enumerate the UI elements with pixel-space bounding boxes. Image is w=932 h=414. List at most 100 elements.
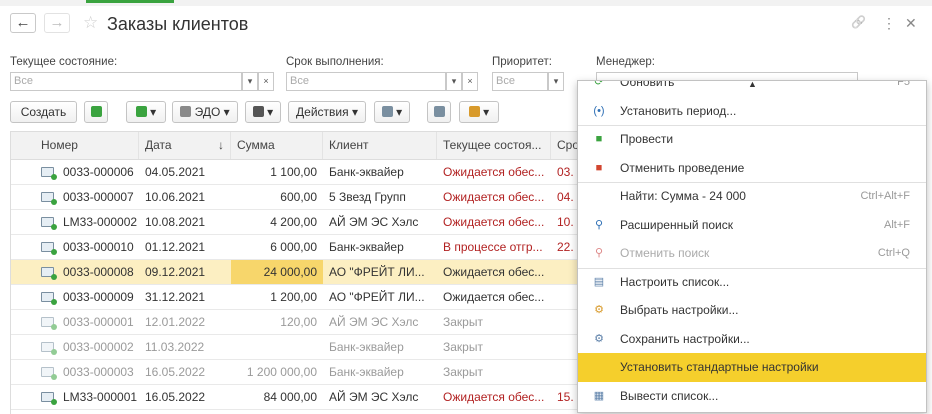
deadline-dropdown-button[interactable]: ▾ — [446, 72, 462, 91]
clear-icon: × — [467, 76, 473, 86]
chevron-down-icon: ▾ — [247, 76, 253, 86]
menu-item-shortcut: Ctrl+Alt+F — [860, 190, 910, 202]
table-row[interactable]: 0033-000003 16.05.2022 1 200 000,00 Банк-эк… — [11, 360, 577, 385]
menu-item-label: Установить период... — [620, 103, 737, 118]
state-filter-input[interactable]: Все — [10, 72, 242, 91]
menu-item-label: Вывести список... — [620, 388, 719, 403]
menu-item[interactable]: ⚙ Выбрать настройки... — [578, 296, 926, 324]
table-row[interactable]: 0033-000001 12.01.2022 120,00 АЙ ЭМ ЭС Хэлс… — [11, 310, 577, 335]
cell-term — [551, 360, 577, 384]
forward-button[interactable]: → — [44, 13, 70, 33]
table-row[interactable]: 0033-000006 04.05.2021 1 100,00 Банк-эквайе… — [11, 160, 577, 185]
column-header-date[interactable]: Дата ↓ — [139, 132, 231, 159]
list-button[interactable] — [427, 101, 451, 123]
printer-icon — [252, 106, 264, 117]
cell-term — [551, 335, 577, 359]
output-list-icon: ▦ — [593, 389, 605, 402]
cell-number: 0033-000008 — [63, 265, 134, 279]
menu-item[interactable]: ■ Провести — [578, 125, 926, 153]
table-row[interactable]: 0033-000009 31.12.2021 1 200,00 АО "ФРЕЙТ Л… — [11, 285, 577, 310]
column-header-sum[interactable]: Сумма — [231, 132, 323, 159]
cell-term — [551, 285, 577, 309]
menu-item[interactable]: ⚙ Сохранить настройки... — [578, 325, 926, 353]
menu-item-label: Сохранить настройки... — [620, 331, 750, 346]
column-header-number[interactable]: Номер — [11, 132, 139, 159]
deadline-clear-button[interactable]: × — [462, 72, 478, 91]
cell-date: 04.05.2021 — [145, 165, 206, 179]
chevron-down-icon: ▾ — [150, 105, 157, 119]
table-row[interactable]: 0033-000002 11.03.2022 Банк-эквайер Закрыт — [11, 335, 577, 360]
forward-arrow-icon: → — [49, 14, 65, 31]
cell-sum: 84 000,00 — [263, 390, 317, 404]
cell-client: Банк-эквайер — [329, 365, 404, 379]
cell-client: АЙ ЭМ ЭС Хэлс — [329, 215, 419, 229]
orders-table: Номер Дата ↓ Сумма Клиент Текущее состоя.… — [10, 131, 577, 414]
menu-item[interactable]: ⚲ Расширенный поиск Alt+F — [578, 211, 926, 239]
attachments-button[interactable]: ▾ — [459, 101, 499, 123]
menu-item[interactable]: ⟳ Обновить F5 — [578, 81, 926, 96]
back-button[interactable]: ← — [10, 13, 36, 33]
table-row[interactable]: LM33-000001 16.05.2022 84 000,00 АЙ ЭМ ЭС Х… — [11, 385, 577, 410]
cell-number: 0033-000002 — [63, 340, 134, 354]
priority-filter-input[interactable]: Все — [492, 72, 548, 91]
column-header-state[interactable]: Текущее состоя... — [437, 132, 551, 159]
close-icon[interactable]: ✕ — [905, 15, 917, 32]
menu-item[interactable]: ▤ Настроить список... — [578, 268, 926, 296]
create-based-on-button[interactable]: ▾ — [126, 101, 166, 123]
cell-date: 10.06.2021 — [145, 190, 206, 204]
cell-client: АЙ ЭМ ЭС Хэлс — [329, 390, 419, 404]
link-icon[interactable]: 🔗 — [851, 15, 866, 29]
cell-date: 10.08.2021 — [145, 215, 206, 229]
cell-state: Ожидается обес... — [443, 290, 545, 304]
favorite-star-icon[interactable]: ☆ — [83, 13, 98, 33]
cell-client: АО "ФРЕЙТ ЛИ... — [329, 265, 425, 279]
cell-number: LM33-000002 — [63, 215, 138, 229]
report-button[interactable]: ▾ — [374, 101, 410, 123]
cell-date: 16.05.2022 — [145, 365, 206, 379]
edo-button[interactable]: ЭДО ▾ — [172, 101, 238, 123]
cell-state: Ожидается обес... — [443, 215, 545, 229]
chevron-down-icon: ▾ — [267, 105, 274, 119]
cell-sum: 24 000,00 — [231, 260, 323, 284]
copy-button[interactable] — [84, 101, 108, 123]
page-title: Заказы клиентов — [107, 14, 249, 34]
deadline-filter-input[interactable]: Все — [286, 72, 446, 91]
menu-item-shortcut: Alt+F — [884, 218, 910, 231]
document-copy-icon — [90, 106, 102, 117]
state-clear-button[interactable]: × — [258, 72, 274, 91]
menu-item[interactable]: (•) Установить период... — [578, 97, 926, 125]
menu-item-label: Отменить проведение — [620, 160, 745, 175]
column-header-term[interactable]: Сро — [551, 132, 577, 159]
report-icon — [381, 106, 393, 117]
chevron-down-icon: ▾ — [483, 105, 490, 119]
table-row[interactable]: 0033-000008 09.12.2021 24 000,00 АО "ФРЕЙТ … — [11, 260, 577, 285]
table-row[interactable]: 0033-000010 01.12.2021 6 000,00 Банк-эквайе… — [11, 235, 577, 260]
table-row[interactable]: LM33-000002 10.08.2021 4 200,00 АЙ ЭМ ЭС Хэ… — [11, 210, 577, 235]
cell-number: 0033-000009 — [63, 290, 134, 304]
actions-button[interactable]: Действия ▾ — [288, 101, 366, 123]
menu-item[interactable]: ⚲ Отменить поиск Ctrl+Q — [578, 239, 926, 267]
cancel-search-icon: ⚲ — [594, 247, 604, 259]
cell-sum — [231, 335, 323, 359]
menu-item[interactable]: ▦ Вывести список... — [578, 382, 926, 410]
attachments-icon — [468, 106, 480, 117]
column-header-client[interactable]: Клиент — [323, 132, 437, 159]
print-button[interactable]: ▾ — [245, 101, 281, 123]
menu-item[interactable]: ■ Отменить проведение — [578, 154, 926, 182]
menu-item[interactable]: Найти: Сумма - 24 000 Ctrl+Alt+F — [578, 182, 926, 210]
more-menu-icon[interactable]: ⋮ — [882, 15, 896, 32]
chevron-down-icon: ▾ — [553, 76, 559, 86]
menu-item[interactable]: Установить стандартные настройки — [578, 353, 926, 382]
save-settings-icon: ⚙ — [594, 332, 604, 345]
priority-dropdown-button[interactable]: ▾ — [548, 72, 564, 91]
cell-date: 01.12.2021 — [145, 240, 206, 254]
cell-state: Закрыт — [443, 340, 483, 354]
cell-date: 16.05.2022 — [145, 390, 206, 404]
clear-icon: × — [263, 76, 269, 86]
table-row[interactable]: 0033-000007 10.06.2021 600,00 5 Звезд Групп… — [11, 185, 577, 210]
active-tab-marker — [86, 0, 174, 4]
state-dropdown-button[interactable]: ▾ — [242, 72, 258, 91]
create-button[interactable]: Создать — [10, 101, 77, 123]
cell-sum: 600,00 — [280, 190, 317, 204]
cell-date: 09.12.2021 — [145, 265, 206, 279]
